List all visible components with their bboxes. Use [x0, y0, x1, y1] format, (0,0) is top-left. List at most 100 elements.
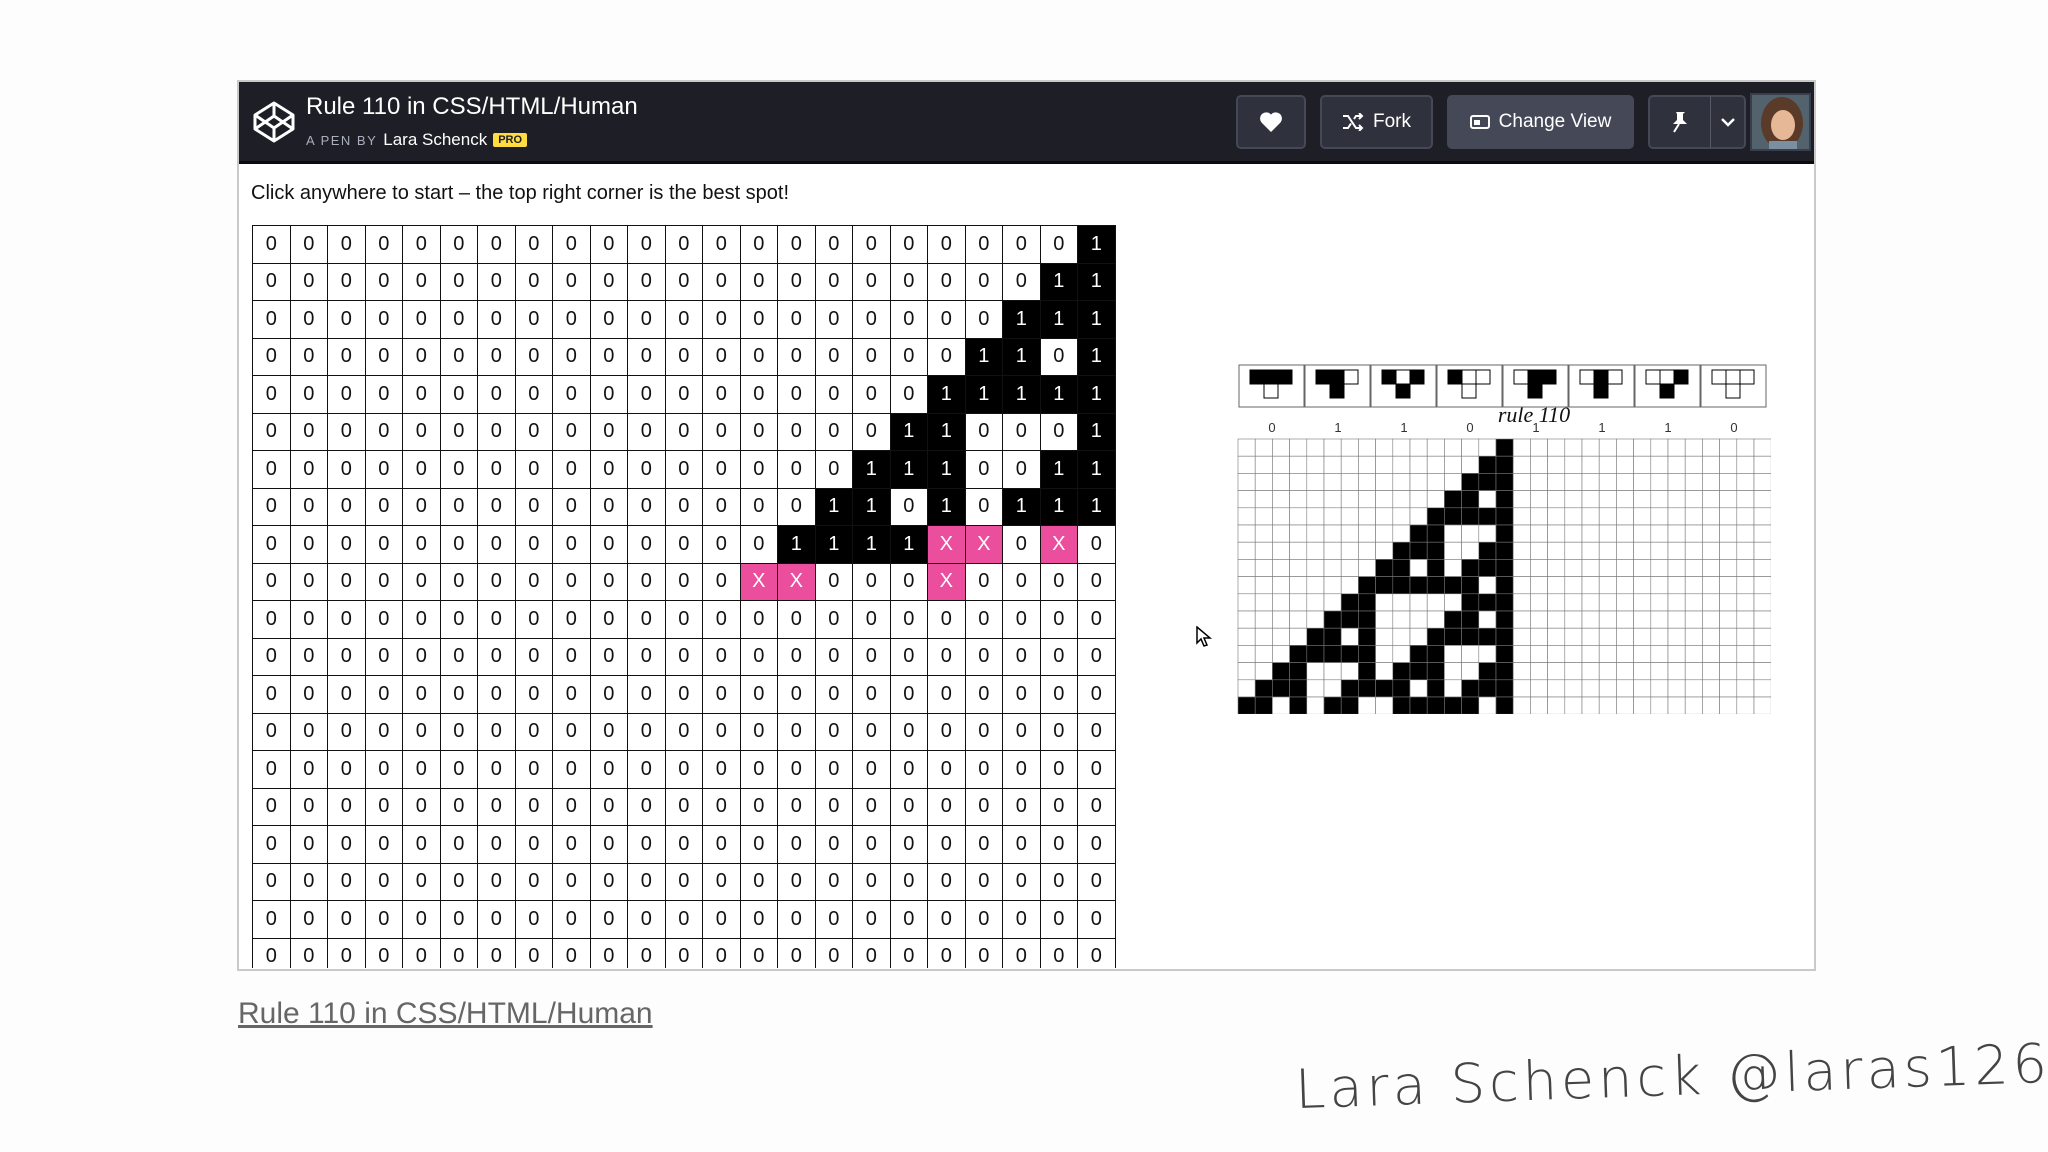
- grid-cell[interactable]: 0: [439, 487, 478, 526]
- grid-cell[interactable]: 0: [514, 637, 553, 676]
- grid-cell[interactable]: 0: [777, 487, 816, 526]
- grid-cell[interactable]: 0: [289, 862, 328, 901]
- grid-cell[interactable]: 0: [814, 262, 853, 301]
- grid-cell[interactable]: 0: [589, 862, 628, 901]
- grid-cell[interactable]: 0: [439, 862, 478, 901]
- grid-cell[interactable]: 0: [589, 600, 628, 639]
- grid-cell[interactable]: 0: [702, 600, 741, 639]
- grid-cell[interactable]: 1: [1039, 300, 1078, 339]
- grid-cell[interactable]: 0: [514, 487, 553, 526]
- grid-cell[interactable]: 0: [777, 862, 816, 901]
- grid-cell[interactable]: 0: [552, 750, 591, 789]
- grid-cell[interactable]: 0: [439, 750, 478, 789]
- grid-cell[interactable]: 0: [702, 525, 741, 564]
- grid-cell[interactable]: 0: [439, 825, 478, 864]
- grid-cell[interactable]: 0: [739, 825, 778, 864]
- grid-cell[interactable]: 0: [889, 675, 928, 714]
- grid-cell[interactable]: 0: [627, 562, 666, 601]
- grid-cell[interactable]: 0: [889, 262, 928, 301]
- grid-cell[interactable]: 1: [1039, 450, 1078, 489]
- grid-cell[interactable]: 0: [1077, 825, 1116, 864]
- grid-cell[interactable]: 0: [664, 262, 703, 301]
- grid-cell[interactable]: 0: [739, 487, 778, 526]
- grid-cell[interactable]: 0: [327, 412, 366, 451]
- grid-cell[interactable]: 1: [927, 375, 966, 414]
- grid-cell[interactable]: 0: [1039, 712, 1078, 751]
- grid-cell[interactable]: 0: [514, 787, 553, 826]
- grid-cell[interactable]: 0: [814, 862, 853, 901]
- codepen-logo-icon[interactable]: [252, 100, 296, 144]
- grid-cell[interactable]: 0: [814, 450, 853, 489]
- grid-cell[interactable]: 0: [1077, 750, 1116, 789]
- grid-cell[interactable]: 1: [777, 525, 816, 564]
- grid-cell[interactable]: 0: [514, 675, 553, 714]
- grid-cell[interactable]: 1: [1077, 450, 1116, 489]
- grid-cell[interactable]: 0: [589, 937, 628, 969]
- grid-cell[interactable]: 0: [552, 900, 591, 939]
- grid-cell[interactable]: 0: [252, 262, 291, 301]
- grid-cell[interactable]: X: [927, 562, 966, 601]
- grid-cell[interactable]: 0: [1039, 337, 1078, 376]
- grid-cell[interactable]: 1: [1002, 337, 1041, 376]
- grid-cell[interactable]: 0: [477, 787, 516, 826]
- grid-cell[interactable]: 0: [252, 450, 291, 489]
- grid-cell[interactable]: 0: [889, 862, 928, 901]
- grid-cell[interactable]: 0: [664, 337, 703, 376]
- grid-cell[interactable]: 0: [402, 300, 441, 339]
- grid-cell[interactable]: 0: [252, 637, 291, 676]
- grid-cell[interactable]: 1: [1077, 375, 1116, 414]
- grid-cell[interactable]: 0: [364, 787, 403, 826]
- grid-cell[interactable]: 0: [402, 937, 441, 969]
- grid-cell[interactable]: 0: [927, 262, 966, 301]
- grid-cell[interactable]: 0: [1002, 675, 1041, 714]
- grid-cell[interactable]: 0: [402, 262, 441, 301]
- grid-cell[interactable]: 0: [964, 450, 1003, 489]
- grid-cell[interactable]: 0: [1077, 600, 1116, 639]
- grid-cell[interactable]: 0: [627, 375, 666, 414]
- grid-cell[interactable]: 0: [814, 412, 853, 451]
- grid-cell[interactable]: 0: [627, 825, 666, 864]
- grid-cell[interactable]: 0: [814, 750, 853, 789]
- grid-cell[interactable]: 0: [402, 600, 441, 639]
- grid-cell[interactable]: 0: [1077, 712, 1116, 751]
- grid-cell[interactable]: 0: [439, 562, 478, 601]
- grid-cell[interactable]: 0: [402, 487, 441, 526]
- grid-cell[interactable]: 0: [552, 487, 591, 526]
- grid-cell[interactable]: 0: [589, 525, 628, 564]
- grid-cell[interactable]: 0: [514, 225, 553, 264]
- grid-cell[interactable]: 0: [664, 712, 703, 751]
- grid-cell[interactable]: 0: [589, 337, 628, 376]
- grid-cell[interactable]: 0: [814, 600, 853, 639]
- grid-cell[interactable]: 0: [852, 262, 891, 301]
- grid-cell[interactable]: 0: [777, 337, 816, 376]
- grid-cell[interactable]: 0: [664, 825, 703, 864]
- grid-cell[interactable]: 0: [627, 675, 666, 714]
- grid-cell[interactable]: 0: [664, 562, 703, 601]
- grid-cell[interactable]: 0: [627, 412, 666, 451]
- grid-cell[interactable]: 0: [1002, 712, 1041, 751]
- grid-cell[interactable]: 0: [439, 225, 478, 264]
- grid-cell[interactable]: 0: [289, 900, 328, 939]
- grid-cell[interactable]: 0: [852, 712, 891, 751]
- grid-cell[interactable]: 0: [589, 487, 628, 526]
- grid-cell[interactable]: 0: [477, 750, 516, 789]
- grid-cell[interactable]: 0: [1039, 412, 1078, 451]
- grid-cell[interactable]: 0: [1039, 937, 1078, 969]
- grid-cell[interactable]: 0: [1002, 750, 1041, 789]
- grid-cell[interactable]: 0: [477, 525, 516, 564]
- grid-cell[interactable]: 0: [702, 862, 741, 901]
- grid-cell[interactable]: 0: [739, 937, 778, 969]
- grid-cell[interactable]: 0: [927, 862, 966, 901]
- grid-cell[interactable]: 0: [964, 262, 1003, 301]
- grid-cell[interactable]: 0: [252, 375, 291, 414]
- grid-cell[interactable]: 0: [252, 337, 291, 376]
- grid-cell[interactable]: 0: [1002, 262, 1041, 301]
- grid-cell[interactable]: 0: [327, 675, 366, 714]
- grid-cell[interactable]: 0: [477, 337, 516, 376]
- grid-cell[interactable]: X: [1039, 525, 1078, 564]
- cell-grid[interactable]: 0000000000000000000000100000000000000000…: [252, 225, 1116, 969]
- grid-cell[interactable]: 0: [814, 787, 853, 826]
- grid-cell[interactable]: 0: [327, 600, 366, 639]
- grid-cell[interactable]: 0: [327, 450, 366, 489]
- grid-cell[interactable]: 0: [702, 487, 741, 526]
